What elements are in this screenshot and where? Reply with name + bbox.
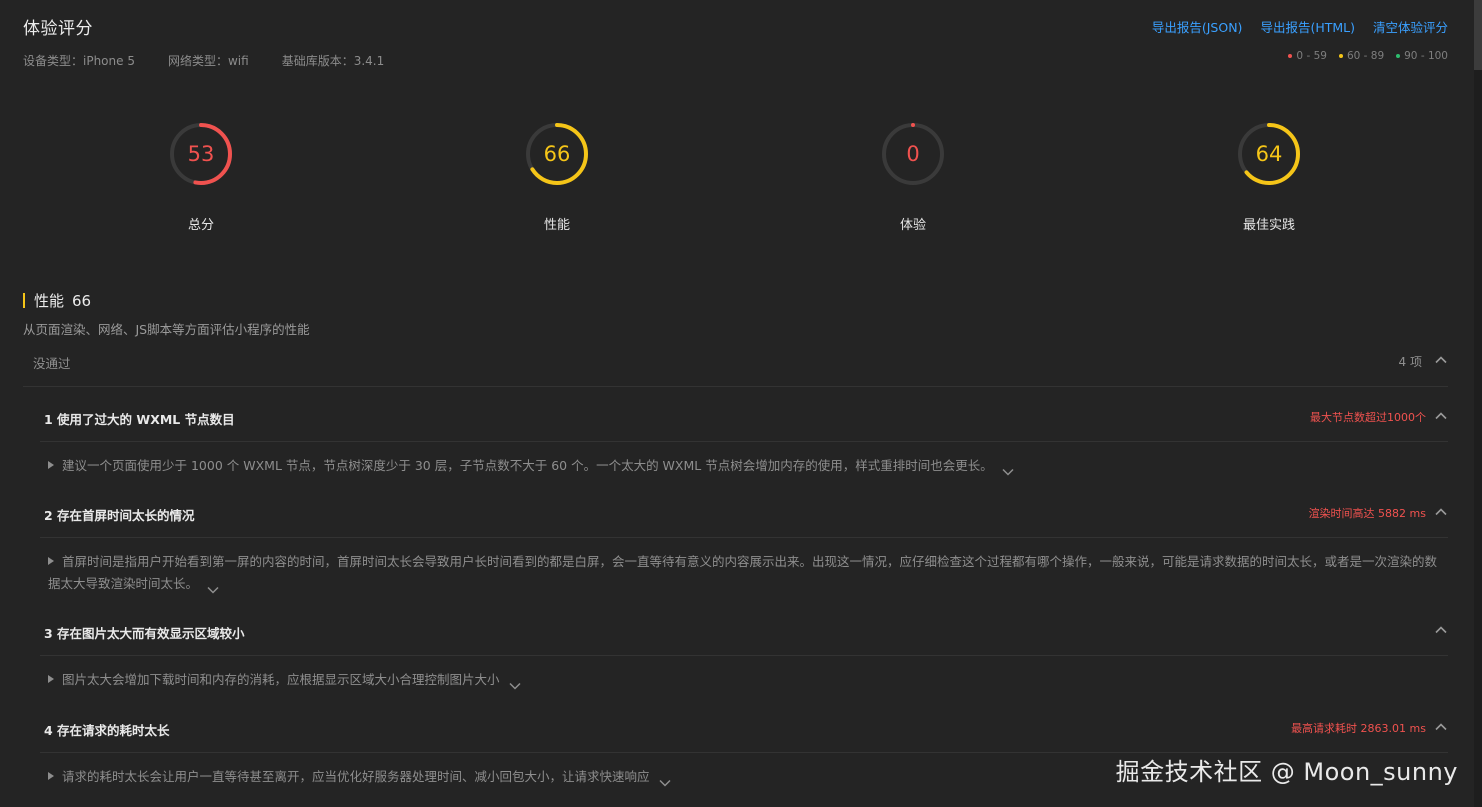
audit-header[interactable]: 1 使用了过大的 WXML 节点数目 最大节点数超过1000个	[40, 392, 1448, 442]
experience-score-panel: 体验评分 设备类型：iPhone 5 网络类型：wifi 基础库版本：3.4.1…	[0, 0, 1482, 807]
section-title-text: 性能	[34, 292, 65, 310]
chevron-down-icon[interactable]	[658, 773, 672, 787]
audit-description-text: 请求的耗时太长会让用户一直等待甚至离开，应当优化好服务器处理时间、减小回包大小，…	[62, 769, 650, 784]
score-value: 0	[906, 142, 920, 166]
chevron-down-icon[interactable]	[206, 580, 220, 594]
environment-info: 设备类型：iPhone 5 网络类型：wifi 基础库版本：3.4.1	[23, 52, 417, 69]
audit-header[interactable]: 2 存在首屏时间太长的情况 渲染时间高达 5882 ms	[40, 488, 1448, 538]
audit-warning: 最高请求耗时 2863.01 ms	[1291, 722, 1426, 735]
legend-item-low: 0 - 59	[1288, 50, 1327, 62]
audit-description-text: 首屏时间是指用户开始看到第一屏的内容的时间，首屏时间太长会导致用户长时间看到的都…	[48, 554, 1438, 591]
score-gauge: 66	[525, 122, 589, 186]
audit-title: 1 使用了过大的 WXML 节点数目	[44, 412, 235, 427]
legend-label: 60 - 89	[1346, 50, 1385, 62]
audit-title: 3 存在图片太大而有效显示区域较小	[44, 626, 245, 641]
scrollbar-thumb[interactable]	[1474, 0, 1482, 70]
expand-triangle-icon	[48, 772, 54, 780]
chevron-up-icon[interactable]	[1434, 409, 1448, 423]
legend-dot-icon	[1288, 54, 1293, 58]
audit-description[interactable]: 建议一个页面使用少于 1000 个 WXML 节点，节点树深度少于 30 层，子…	[40, 442, 1448, 477]
audit-header[interactable]: 4 存在请求的耗时太长 最高请求耗时 2863.01 ms	[40, 703, 1448, 753]
score-value: 64	[1255, 142, 1283, 166]
score-label: 性能	[543, 218, 570, 233]
section-accent-bar	[23, 293, 25, 308]
score-experience[interactable]: 0 体验	[853, 122, 973, 233]
device-type: 设备类型：iPhone 5	[23, 54, 135, 68]
score-gauge: 64	[1237, 122, 1301, 186]
score-value: 66	[543, 142, 571, 166]
performance-section: 性能 66 从页面渲染、网络、JS脚本等方面评估小程序的性能	[23, 290, 1448, 338]
section-title: 性能 66	[23, 290, 1448, 311]
score-label: 最佳实践	[1242, 218, 1295, 233]
legend-item-high: 90 - 100	[1396, 50, 1448, 62]
score-gauge: 0	[881, 122, 945, 186]
score-label: 体验	[899, 218, 926, 233]
audit-item-wxml-nodes: 1 使用了过大的 WXML 节点数目 最大节点数超过1000个 建议一个页面使用…	[40, 392, 1448, 477]
audit-warning: 渲染时间高达 5882 ms	[1308, 507, 1426, 520]
audit-description[interactable]: 首屏时间是指用户开始看到第一屏的内容的时间，首屏时间太长会导致用户长时间看到的都…	[40, 538, 1448, 595]
section-description: 从页面渲染、网络、JS脚本等方面评估小程序的性能	[23, 322, 310, 337]
scrollbar[interactable]	[1474, 0, 1482, 807]
audit-title: 4 存在请求的耗时太长	[44, 723, 170, 738]
section-score: 66	[72, 291, 92, 310]
score-gauge: 53	[169, 122, 233, 186]
audit-description-text: 建议一个页面使用少于 1000 个 WXML 节点，节点树深度少于 30 层，子…	[62, 458, 993, 473]
clear-score-link[interactable]: 清空体验评分	[1373, 17, 1448, 36]
legend-label: 0 - 59	[1296, 50, 1327, 62]
watermark: 掘金技术社区 @ Moon_sunny	[1115, 758, 1458, 786]
score-label: 总分	[187, 218, 214, 233]
group-count: 4 项	[1398, 355, 1422, 369]
chevron-down-icon[interactable]	[1001, 462, 1015, 476]
panel-header: 体验评分 设备类型：iPhone 5 网络类型：wifi 基础库版本：3.4.1…	[23, 14, 1448, 74]
chevron-down-icon[interactable]	[508, 676, 522, 690]
group-label: 没通过	[33, 356, 71, 371]
lib-version: 基础库版本：3.4.1	[281, 54, 385, 68]
score-performance[interactable]: 66 性能	[497, 122, 617, 233]
expand-triangle-icon	[48, 675, 54, 683]
legend-dot-icon	[1396, 54, 1401, 58]
failed-group-header[interactable]: 没通过 4 项	[23, 340, 1448, 387]
audit-item-large-images: 3 存在图片太大而有效显示区域较小 图片太大会增加下载时间和内存的消耗，应根据显…	[40, 606, 1448, 691]
score-value: 53	[187, 142, 215, 166]
chevron-up-icon[interactable]	[1434, 353, 1448, 367]
score-total[interactable]: 53 总分	[141, 122, 261, 233]
score-best-practice[interactable]: 64 最佳实践	[1209, 122, 1329, 233]
audit-header[interactable]: 3 存在图片太大而有效显示区域较小	[40, 606, 1448, 656]
score-gauges: 53 总分 66 性能 0 体验 64 最佳实践	[0, 122, 1440, 242]
export-json-link[interactable]: 导出报告(JSON)	[1152, 17, 1243, 36]
chevron-up-icon[interactable]	[1434, 505, 1448, 519]
header-actions: 导出报告(JSON) 导出报告(HTML) 清空体验评分	[1134, 17, 1448, 36]
chevron-up-icon[interactable]	[1434, 623, 1448, 637]
legend-dot-icon	[1338, 54, 1343, 58]
chevron-up-icon[interactable]	[1434, 720, 1448, 734]
export-html-link[interactable]: 导出报告(HTML)	[1260, 17, 1355, 36]
score-legend: 0 - 59 60 - 89 90 - 100	[1276, 50, 1448, 62]
audit-description-text: 图片太大会增加下载时间和内存的消耗，应根据显示区域大小合理控制图片大小	[62, 672, 500, 687]
audit-title: 2 存在首屏时间太长的情况	[44, 508, 195, 523]
legend-label: 90 - 100	[1404, 50, 1448, 62]
audit-item-first-screen: 2 存在首屏时间太长的情况 渲染时间高达 5882 ms 首屏时间是指用户开始看…	[40, 488, 1448, 595]
expand-triangle-icon	[48, 557, 54, 565]
legend-item-mid: 60 - 89	[1338, 50, 1385, 62]
audit-warning: 最大节点数超过1000个	[1310, 411, 1426, 424]
audit-description[interactable]: 图片太大会增加下载时间和内存的消耗，应根据显示区域大小合理控制图片大小	[40, 656, 1448, 691]
network-type: 网络类型：wifi	[167, 54, 249, 68]
expand-triangle-icon	[48, 461, 54, 469]
